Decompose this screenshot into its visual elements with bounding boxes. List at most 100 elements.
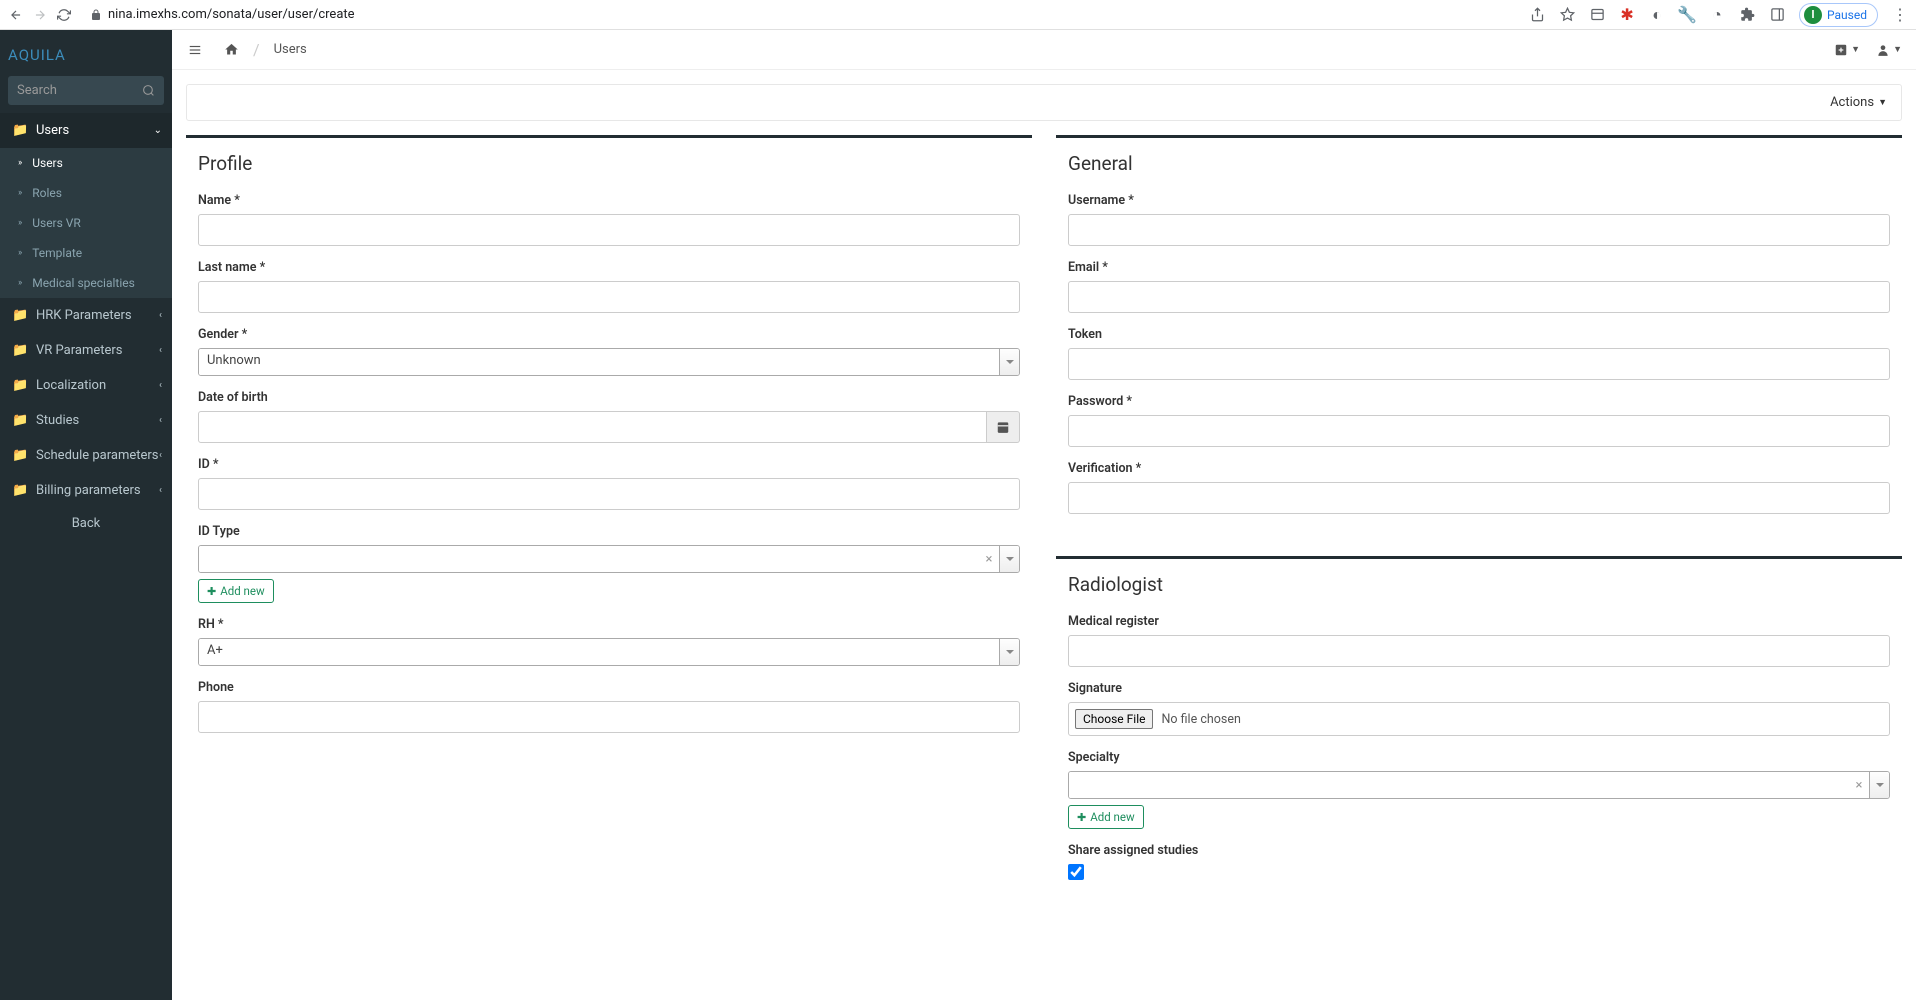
home-icon[interactable] <box>224 42 239 57</box>
breadcrumb-separator: / <box>253 40 260 59</box>
add-new-id-type-button[interactable]: ✚Add new <box>198 579 274 603</box>
folder-icon: 📁 <box>12 413 26 428</box>
token-field[interactable] <box>1068 348 1890 380</box>
chevron-down-icon[interactable] <box>999 639 1019 665</box>
panel-title-profile: Profile <box>198 152 1020 175</box>
label-id: ID * <box>198 457 1020 472</box>
username-field[interactable] <box>1068 214 1890 246</box>
extension-icon-1[interactable]: ✱ <box>1619 7 1635 23</box>
url-text: nina.imexhs.com/sonata/user/user/create <box>108 7 355 22</box>
browser-chrome: nina.imexhs.com/sonata/user/user/create … <box>0 0 1916 30</box>
search-input[interactable] <box>8 76 134 105</box>
forward-icon[interactable] <box>32 7 48 23</box>
clear-icon[interactable]: × <box>979 546 999 572</box>
breadcrumb[interactable]: Users <box>274 42 307 57</box>
sidebar-subitem-users[interactable]: »Users <box>0 148 172 178</box>
chevron-left-icon: ‹ <box>159 345 162 356</box>
chevron-left-icon: ‹ <box>159 310 162 321</box>
label-id-type: ID Type <box>198 524 1020 539</box>
phone-field[interactable] <box>198 701 1020 733</box>
sidebar-item-localization[interactable]: 📁Localization‹ <box>0 368 172 403</box>
chevron-down-icon[interactable] <box>1869 772 1889 798</box>
label-signature: Signature <box>1068 681 1890 696</box>
actions-dropdown[interactable]: Actions ▼ <box>1830 95 1887 110</box>
gender-select[interactable]: Unknown <box>198 348 1020 376</box>
sidebar-item-vr-parameters[interactable]: 📁VR Parameters‹ <box>0 333 172 368</box>
profile-panel: Profile Name * Last name * Gender * <box>186 135 1032 755</box>
sidebar-subitem-roles[interactable]: »Roles <box>0 178 172 208</box>
url-bar[interactable]: nina.imexhs.com/sonata/user/user/create <box>90 7 1521 22</box>
main-content: / Users ▼ ▼ Actions ▼ Profile Name * <box>172 30 1916 1000</box>
share-icon[interactable] <box>1529 7 1545 23</box>
extensions-icon[interactable] <box>1739 7 1755 23</box>
label-username: Username * <box>1068 193 1890 208</box>
label-rh: RH * <box>198 617 1020 632</box>
extension-icon-2[interactable]: ◐ <box>1649 7 1665 23</box>
general-panel: General Username * Email * Token <box>1056 135 1902 536</box>
plus-icon: ✚ <box>207 585 216 598</box>
last-name-field[interactable] <box>198 281 1020 313</box>
sidebar-item-hrk-parameters[interactable]: 📁HRK Parameters‹ <box>0 298 172 333</box>
hamburger-icon[interactable] <box>186 43 204 57</box>
verification-field[interactable] <box>1068 482 1890 514</box>
calendar-icon[interactable] <box>987 411 1020 443</box>
profile-chip[interactable]: I Paused <box>1799 3 1878 27</box>
lock-icon <box>90 9 102 21</box>
signature-file-input[interactable]: Choose File No file chosen <box>1068 702 1890 736</box>
sidepanel-icon[interactable] <box>1769 7 1785 23</box>
avatar: I <box>1804 6 1822 24</box>
chevron-left-icon: ‹ <box>159 415 162 426</box>
name-field[interactable] <box>198 214 1020 246</box>
reload-icon[interactable] <box>56 7 72 23</box>
id-type-select[interactable]: × <box>198 545 1020 573</box>
clear-icon[interactable]: × <box>1849 772 1869 798</box>
medical-register-field[interactable] <box>1068 635 1890 667</box>
choose-file-button[interactable]: Choose File <box>1075 709 1153 729</box>
back-link[interactable]: Back <box>0 508 172 539</box>
brand-logo[interactable]: AQUILA <box>0 30 172 76</box>
label-phone: Phone <box>198 680 1020 695</box>
add-new-specialty-button[interactable]: ✚Add new <box>1068 805 1144 829</box>
sidebar-subitem-template[interactable]: »Template <box>0 238 172 268</box>
arrow-icon: » <box>18 248 22 258</box>
extension-icon-3[interactable]: 🔧 <box>1679 7 1695 23</box>
plus-icon: ✚ <box>1077 811 1086 824</box>
chevron-down-icon[interactable] <box>999 546 1019 572</box>
label-verification: Verification * <box>1068 461 1890 476</box>
arrow-icon: » <box>18 188 22 198</box>
browser-right-icons: ✱ ◐ 🔧 ◔ I Paused ⋮ <box>1529 3 1908 27</box>
sidebar-subitem-users-vr[interactable]: »Users VR <box>0 208 172 238</box>
email-field[interactable] <box>1068 281 1890 313</box>
sidebar-item-billing-parameters[interactable]: 📁Billing parameters‹ <box>0 473 172 508</box>
sidebar-item-studies[interactable]: 📁Studies‹ <box>0 403 172 438</box>
file-status: No file chosen <box>1161 712 1240 727</box>
more-icon[interactable]: ⋮ <box>1892 7 1908 23</box>
specialty-select[interactable]: × <box>1068 771 1890 799</box>
sidebar-subitem-medical-specialties[interactable]: »Medical specialties <box>0 268 172 298</box>
rh-select[interactable]: A+ <box>198 638 1020 666</box>
extension-icon-4[interactable]: ◔ <box>1709 7 1725 23</box>
reading-list-icon[interactable] <box>1589 7 1605 23</box>
arrow-icon: » <box>18 158 22 168</box>
user-dropdown[interactable]: ▼ <box>1876 43 1902 57</box>
radiologist-panel: Radiologist Medical register Signature C… <box>1056 556 1902 906</box>
arrow-icon: » <box>18 278 22 288</box>
dob-field[interactable] <box>198 411 987 443</box>
chevron-down-icon[interactable] <box>999 349 1019 375</box>
share-checkbox[interactable] <box>1068 864 1084 880</box>
star-icon[interactable] <box>1559 7 1575 23</box>
arrow-icon: » <box>18 218 22 228</box>
folder-icon: 📁 <box>12 448 26 463</box>
sidebar-item-schedule-parameters[interactable]: 📁Schedule parameters‹ <box>0 438 172 473</box>
back-icon[interactable] <box>8 7 24 23</box>
folder-icon: 📁 <box>12 308 26 323</box>
folder-icon: 📁 <box>12 483 26 498</box>
id-field[interactable] <box>198 478 1020 510</box>
add-dropdown[interactable]: ▼ <box>1834 43 1860 57</box>
sidebar-item-users[interactable]: 📁 Users ⌄ <box>0 113 172 148</box>
password-field[interactable] <box>1068 415 1890 447</box>
label-token: Token <box>1068 327 1890 342</box>
chevron-left-icon: ‹ <box>159 380 162 391</box>
label-share: Share assigned studies <box>1068 843 1890 858</box>
search-button[interactable] <box>134 76 164 105</box>
